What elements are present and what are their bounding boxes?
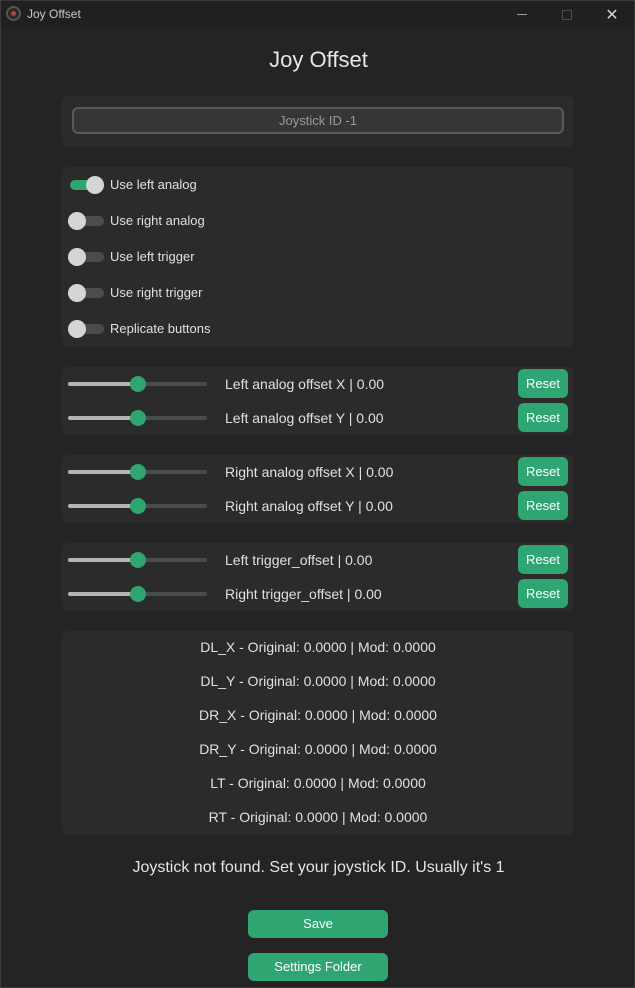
reset-right-trigger-button[interactable]: Reset: [518, 579, 568, 608]
toggle-knob: [86, 176, 104, 194]
maximize-icon: [562, 9, 572, 20]
slider-row-right-analog-x: Right analog offset X | 0.00 Reset: [62, 455, 574, 489]
joystick-id-input[interactable]: Joystick ID -1: [72, 107, 564, 134]
window-title: Joy Offset: [27, 7, 81, 21]
slider-label: Right trigger_offset | 0.00: [225, 586, 382, 602]
joystick-id-panel: Joystick ID -1: [62, 96, 574, 147]
readout-dl-y: DL_Y - Original: 0.0000 | Mod: 0.0000: [200, 673, 436, 689]
trigger-panel: Left trigger_offset | 0.00 Reset Right t…: [62, 543, 574, 611]
slider-handle[interactable]: [129, 586, 146, 602]
reset-right-analog-x-button[interactable]: Reset: [518, 457, 568, 486]
readout-rt: RT - Original: 0.0000 | Mod: 0.0000: [208, 809, 428, 825]
reset-left-analog-y-button[interactable]: Reset: [518, 403, 568, 432]
slider-fill: [68, 558, 138, 562]
readout-dl-x: DL_X - Original: 0.0000 | Mod: 0.0000: [200, 639, 436, 655]
slider-handle[interactable]: [129, 552, 146, 568]
save-button[interactable]: Save: [248, 910, 388, 938]
toggle-knob: [68, 248, 86, 266]
reset-left-trigger-button[interactable]: Reset: [518, 545, 568, 574]
options-panel: Use left analog Use right analog Use lef…: [62, 167, 574, 347]
switch-use-right-analog[interactable]: Use right analog: [68, 211, 368, 231]
slider-fill: [68, 382, 138, 386]
slider-fill: [68, 504, 138, 508]
close-button[interactable]: ✕: [589, 1, 635, 28]
switch-use-left-trigger[interactable]: Use left trigger: [68, 247, 368, 267]
switch-label: Use left trigger: [110, 249, 195, 264]
status-message: Joystick not found. Set your joystick ID…: [132, 859, 505, 876]
reset-left-analog-x-button[interactable]: Reset: [518, 369, 568, 398]
app-logo-icon: [6, 6, 21, 21]
title-bar[interactable]: Joy Offset ✕: [1, 1, 634, 28]
switch-label: Use left analog: [110, 177, 197, 192]
switch-label: Use right analog: [110, 213, 205, 228]
slider-row-right-trigger: Right trigger_offset | 0.00 Reset: [62, 577, 574, 611]
maximize-button[interactable]: [544, 1, 590, 28]
readout-panel: DL_X - Original: 0.0000 | Mod: 0.0000 DL…: [62, 631, 574, 835]
slider-fill: [68, 416, 138, 420]
slider-row-left-analog-x: Left analog offset X | 0.00 Reset: [62, 367, 574, 401]
slider-label: Left analog offset Y | 0.00: [225, 410, 384, 426]
slider-label: Right analog offset Y | 0.00: [225, 498, 393, 514]
slider-fill: [68, 470, 138, 474]
slider-handle[interactable]: [129, 410, 146, 426]
toggle-knob: [68, 212, 86, 230]
settings-folder-button[interactable]: Settings Folder: [248, 953, 388, 981]
slider-label: Right analog offset X | 0.00: [225, 464, 394, 480]
switch-replicate-buttons[interactable]: Replicate buttons: [68, 319, 368, 339]
slider-fill: [68, 592, 138, 596]
slider-handle[interactable]: [129, 498, 146, 514]
minimize-icon: [517, 14, 527, 15]
minimize-button[interactable]: [499, 1, 545, 28]
page-title: Joy Offset: [269, 47, 368, 72]
app-window: Joy Offset ✕ Joy Offset Joystick ID -1 U…: [0, 0, 635, 988]
slider-label: Left analog offset X | 0.00: [225, 376, 385, 392]
left-analog-panel: Left analog offset X | 0.00 Reset Left a…: [62, 367, 574, 435]
reset-right-analog-y-button[interactable]: Reset: [518, 491, 568, 520]
right-analog-panel: Right analog offset X | 0.00 Reset Right…: [62, 455, 574, 523]
switch-use-left-analog[interactable]: Use left analog: [68, 175, 368, 195]
slider-row-left-analog-y: Left analog offset Y | 0.00 Reset: [62, 401, 574, 435]
toggle-knob: [68, 284, 86, 302]
close-icon: ✕: [605, 6, 619, 24]
slider-row-left-trigger: Left trigger_offset | 0.00 Reset: [62, 543, 574, 577]
slider-handle[interactable]: [129, 464, 146, 480]
readout-dr-y: DR_Y - Original: 0.0000 | Mod: 0.0000: [199, 741, 437, 757]
switch-label: Replicate buttons: [110, 321, 211, 336]
switch-label: Use right trigger: [110, 285, 203, 300]
readout-dr-x: DR_X - Original: 0.0000 | Mod: 0.0000: [199, 707, 437, 723]
slider-label: Left trigger_offset | 0.00: [225, 552, 373, 568]
switch-use-right-trigger[interactable]: Use right trigger: [68, 283, 368, 303]
toggle-knob: [68, 320, 86, 338]
slider-row-right-analog-y: Right analog offset Y | 0.00 Reset: [62, 489, 574, 523]
readout-lt: LT - Original: 0.0000 | Mod: 0.0000: [210, 775, 426, 791]
slider-handle[interactable]: [129, 376, 146, 392]
